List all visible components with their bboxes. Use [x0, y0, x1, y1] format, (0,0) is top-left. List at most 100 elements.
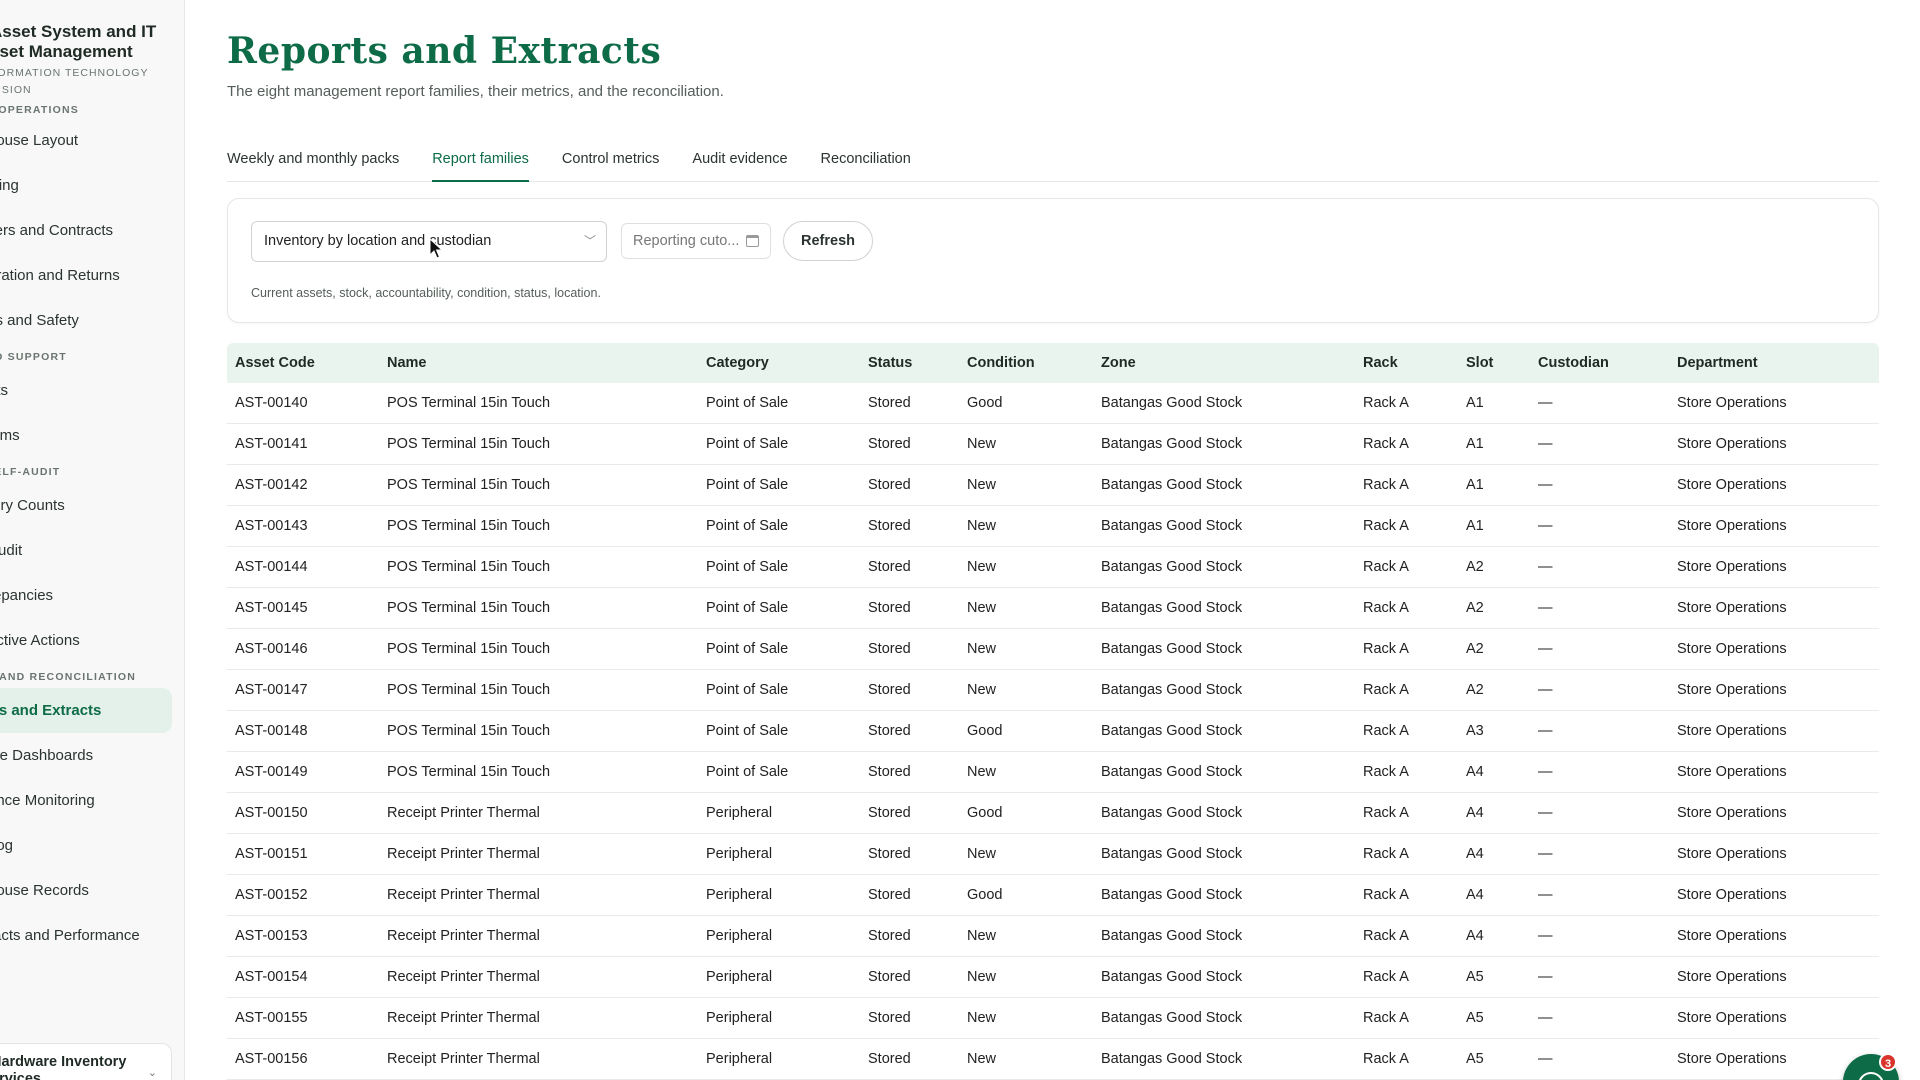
- nav-section-label: ND SUPPORT: [0, 351, 67, 363]
- table-row[interactable]: AST-00145 POS Terminal 15in Touch Point of…: [227, 588, 1879, 629]
- sidebar-item[interactable]: Log: [0, 823, 184, 868]
- table-cell: AST-00151: [235, 846, 308, 862]
- sidebar-item[interactable]: ule Dashboards: [0, 733, 184, 778]
- table-cell: —: [1538, 559, 1553, 575]
- table-row[interactable]: AST-00149 POS Terminal 15in Touch Point of…: [227, 752, 1879, 793]
- sidebar-item[interactable]: liers and Contracts: [0, 208, 184, 253]
- table-cell: Rack A: [1363, 559, 1409, 575]
- column-header[interactable]: Category: [698, 355, 860, 371]
- column-header[interactable]: Rack: [1355, 355, 1458, 371]
- table-cell: New: [967, 764, 997, 780]
- table-row[interactable]: AST-00141 POS Terminal 15in Touch Point of…: [227, 424, 1879, 465]
- table-cell: Receipt Printer Thermal: [387, 1010, 540, 1026]
- table-cell: Batangas Good Stock: [1101, 682, 1243, 698]
- report-family-description: Current assets, stock, accountability, c…: [251, 286, 601, 300]
- table-cell: A5: [1466, 969, 1484, 985]
- table-cell: Stored: [868, 723, 911, 739]
- tab-item[interactable]: Report families: [432, 140, 529, 182]
- column-header[interactable]: Zone: [1093, 355, 1355, 371]
- table-cell: POS Terminal 15in Touch: [387, 477, 551, 493]
- table-cell: Receipt Printer Thermal: [387, 887, 540, 903]
- sidebar-item[interactable]: ets: [0, 368, 184, 413]
- table-cell: Batangas Good Stock: [1101, 559, 1243, 575]
- sidebar-item[interactable]: ss and Safety: [0, 298, 184, 343]
- sidebar: Asset System and IT sset Management FORM…: [0, 0, 185, 1080]
- table-cell: AST-00150: [235, 805, 308, 821]
- sidebar-item[interactable]: rts and Extracts: [0, 688, 172, 733]
- table-cell: AST-00144: [235, 559, 308, 575]
- table-cell: Receipt Printer Thermal: [387, 846, 540, 862]
- column-header[interactable]: Slot: [1458, 355, 1530, 371]
- table-row[interactable]: AST-00140 POS Terminal 15in Touch Point of…: [227, 383, 1879, 424]
- table-cell: Batangas Good Stock: [1101, 1010, 1243, 1026]
- table-row[interactable]: AST-00155 Receipt Printer Thermal Peripher…: [227, 998, 1879, 1039]
- sidebar-item[interactable]: Audit: [0, 528, 184, 573]
- table-row[interactable]: AST-00151 Receipt Printer Thermal Peripher…: [227, 834, 1879, 875]
- table-row[interactable]: AST-00148 POS Terminal 15in Touch Point of…: [227, 711, 1879, 752]
- table-cell: A2: [1466, 600, 1484, 616]
- table-cell: Point of Sale: [706, 641, 789, 657]
- table-cell: A4: [1466, 928, 1484, 944]
- table-row[interactable]: AST-00142 POS Terminal 15in Touch Point of…: [227, 465, 1879, 506]
- table-cell: Point of Sale: [706, 764, 789, 780]
- sidebar-item[interactable]: aration and Returns: [0, 253, 184, 298]
- column-header[interactable]: Name: [379, 355, 698, 371]
- table-row[interactable]: AST-00152 Receipt Printer Thermal Peripher…: [227, 875, 1879, 916]
- table-row[interactable]: AST-00156 Receipt Printer Thermal Peripher…: [227, 1039, 1879, 1080]
- page-subtitle: The eight management report families, th…: [227, 83, 724, 100]
- table-cell: Receipt Printer Thermal: [387, 928, 540, 944]
- report-table: Asset Code Name Category Status Condition Zon…: [227, 343, 1879, 1080]
- table-cell: POS Terminal 15in Touch: [387, 641, 551, 657]
- profile-card[interactable]: Hardware Inventory ervices ⌄: [0, 1043, 172, 1080]
- table-row[interactable]: AST-00146 POS Terminal 15in Touch Point of…: [227, 629, 1879, 670]
- reporting-cutoff-date-input[interactable]: Reporting cuto...: [621, 223, 771, 259]
- table-cell: Receipt Printer Thermal: [387, 805, 540, 821]
- tab-item[interactable]: Weekly and monthly packs: [227, 140, 399, 182]
- table-cell: AST-00149: [235, 764, 308, 780]
- column-header[interactable]: Condition: [959, 355, 1093, 371]
- table-cell: Point of Sale: [706, 436, 789, 452]
- table-cell: —: [1538, 682, 1553, 698]
- table-cell: POS Terminal 15in Touch: [387, 682, 551, 698]
- table-cell: —: [1538, 928, 1553, 944]
- table-cell: POS Terminal 15in Touch: [387, 723, 551, 739]
- table-cell: Point of Sale: [706, 559, 789, 575]
- table-row[interactable]: AST-00144 POS Terminal 15in Touch Point of…: [227, 547, 1879, 588]
- profile-name-line-2: ervices: [0, 1071, 41, 1080]
- table-cell: AST-00155: [235, 1010, 308, 1026]
- sidebar-item[interactable]: ance Monitoring: [0, 778, 184, 823]
- sidebar-item[interactable]: repancies: [0, 573, 184, 618]
- sidebar-item[interactable]: iving: [0, 163, 184, 208]
- column-header[interactable]: Asset Code: [227, 355, 379, 371]
- table-row[interactable]: AST-00150 Receipt Printer Thermal Peripher…: [227, 793, 1879, 834]
- sidebar-item[interactable]: lems: [0, 413, 184, 458]
- table-cell: Store Operations: [1677, 395, 1787, 411]
- table-cell: Store Operations: [1677, 805, 1787, 821]
- nav-section-label: SELF-AUDIT: [0, 466, 61, 478]
- table-row[interactable]: AST-00147 POS Terminal 15in Touch Point of…: [227, 670, 1879, 711]
- column-header[interactable]: Department: [1669, 355, 1879, 371]
- sidebar-item[interactable]: house Layout: [0, 118, 184, 163]
- table-cell: Batangas Good Stock: [1101, 969, 1243, 985]
- table-row[interactable]: AST-00154 Receipt Printer Thermal Peripher…: [227, 957, 1879, 998]
- sidebar-item[interactable]: house Records: [0, 868, 184, 913]
- tab-item[interactable]: Audit evidence: [692, 140, 787, 182]
- tab-item[interactable]: Reconciliation: [821, 140, 911, 182]
- table-cell: AST-00142: [235, 477, 308, 493]
- sidebar-item-label: racts and Performance: [0, 927, 140, 944]
- table-cell: —: [1538, 764, 1553, 780]
- table-cell: Stored: [868, 641, 911, 657]
- table-cell: A4: [1466, 887, 1484, 903]
- sidebar-item[interactable]: tory Counts: [0, 483, 184, 528]
- tab-item[interactable]: Control metrics: [562, 140, 660, 182]
- table-cell: New: [967, 928, 997, 944]
- table-row[interactable]: AST-00143 POS Terminal 15in Touch Point of…: [227, 506, 1879, 547]
- sidebar-item-label: rts and Extracts: [0, 702, 102, 719]
- table-cell: Rack A: [1363, 1051, 1409, 1067]
- column-header[interactable]: Status: [860, 355, 959, 371]
- refresh-button[interactable]: Refresh: [783, 221, 873, 261]
- table-row[interactable]: AST-00153 Receipt Printer Thermal Peripher…: [227, 916, 1879, 957]
- column-header[interactable]: Custodian: [1530, 355, 1669, 371]
- sidebar-item[interactable]: racts and Performance: [0, 913, 184, 958]
- sidebar-item[interactable]: ective Actions: [0, 618, 184, 663]
